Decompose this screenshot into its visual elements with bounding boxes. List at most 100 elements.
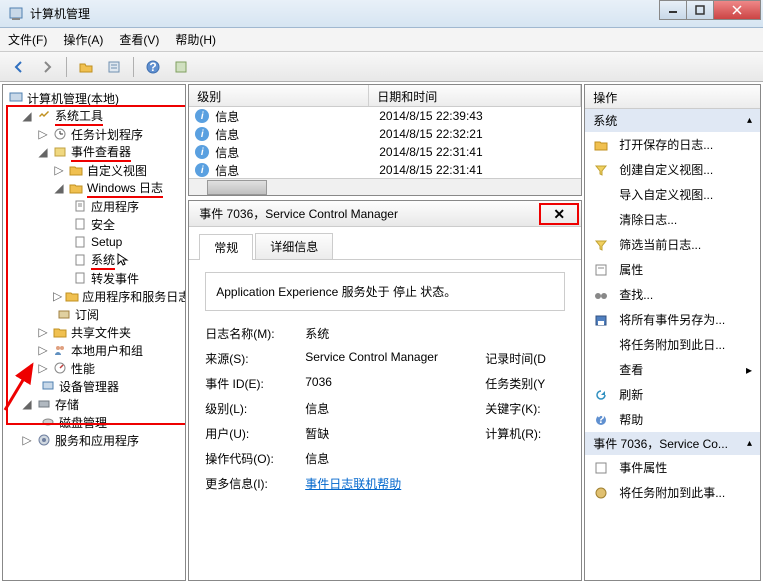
label-logname: 日志名称(M): <box>205 325 305 342</box>
tree-subscriptions[interactable]: 订阅 <box>3 305 185 323</box>
list-row[interactable]: i信息2014/8/15 22:32:21 <box>189 125 581 143</box>
computer-icon <box>8 91 24 105</box>
tree-performance[interactable]: ▷性能 <box>3 359 185 377</box>
collapse-icon[interactable]: ◢ <box>37 145 49 159</box>
tree-security-log[interactable]: 安全 <box>3 215 185 233</box>
action-group-system[interactable]: 系统▴ <box>585 109 760 132</box>
forward-button[interactable] <box>36 56 58 78</box>
value-opcode: 信息 <box>305 450 485 467</box>
expand-icon[interactable]: ▷ <box>21 433 33 447</box>
info-icon: i <box>195 109 209 123</box>
tree-event-viewer[interactable]: ◢事件查看器 <box>3 143 185 161</box>
menu-action[interactable]: 操作(A) <box>63 31 103 48</box>
save-icon <box>593 312 609 328</box>
properties-button[interactable] <box>103 56 125 78</box>
tree-services-apps[interactable]: ▷服务和应用程序 <box>3 431 185 449</box>
device-icon <box>40 379 56 393</box>
list-header: 级别 日期和时间 <box>189 85 581 107</box>
menu-file[interactable]: 文件(F) <box>8 31 47 48</box>
tree-shared-folders[interactable]: ▷共享文件夹 <box>3 323 185 341</box>
action-event-props[interactable]: 事件属性 <box>585 455 760 480</box>
more-info-link[interactable]: 事件日志联机帮助 <box>305 475 485 492</box>
tree-disk-mgmt[interactable]: 磁盘管理 <box>3 413 185 431</box>
back-button[interactable] <box>8 56 30 78</box>
expand-icon[interactable]: ▷ <box>37 325 49 339</box>
log-icon <box>72 199 88 213</box>
tree-windows-logs[interactable]: ◢Windows 日志 <box>3 179 185 197</box>
menu-help[interactable]: 帮助(H) <box>175 31 216 48</box>
collapse-icon[interactable]: ◢ <box>53 181 65 195</box>
collapse-icon[interactable]: ◢ <box>21 397 33 411</box>
cell-date: 2014/8/15 22:32:21 <box>379 127 482 141</box>
expand-icon[interactable]: ▷ <box>37 343 49 357</box>
value-source: Service Control Manager <box>305 350 485 367</box>
action-attach-task[interactable]: 将任务附加到此日... <box>585 332 760 357</box>
expand-icon[interactable]: ▷ <box>53 163 65 177</box>
tree-forwarded-log[interactable]: 转发事件 <box>3 269 185 287</box>
tree-application-log[interactable]: 应用程序 <box>3 197 185 215</box>
tree-panel[interactable]: 计算机管理(本地) ◢系统工具 ▷任务计划程序 ◢事件查看器 ▷自定义视图 ◢W… <box>2 84 186 581</box>
folder-button[interactable] <box>75 56 97 78</box>
expand-icon[interactable]: ▷ <box>37 361 49 375</box>
action-label: 将所有事件另存为... <box>619 311 725 328</box>
clock-icon <box>52 127 68 141</box>
action-save-all[interactable]: 将所有事件另存为... <box>585 307 760 332</box>
action-open-saved[interactable]: 打开保存的日志... <box>585 132 760 157</box>
tree-system-tools[interactable]: ◢系统工具 <box>3 107 185 125</box>
actions-header: 操作 <box>585 85 760 109</box>
tree-device-manager[interactable]: 设备管理器 <box>3 377 185 395</box>
action-view[interactable]: 查看▸ <box>585 357 760 382</box>
tree-local-users[interactable]: ▷ 本地用户和组 <box>3 341 185 359</box>
tab-general[interactable]: 常规 <box>199 234 253 260</box>
toolbar: ? <box>0 52 763 82</box>
action-refresh[interactable]: 刷新 <box>585 382 760 407</box>
action-attach-event[interactable]: 将任务附加到此事... <box>585 480 760 505</box>
action-import-custom[interactable]: 导入自定义视图... <box>585 182 760 207</box>
expand-icon[interactable]: ▷ <box>37 127 49 141</box>
scrollbar-thumb[interactable] <box>207 180 267 195</box>
list-row[interactable]: i信息2014/8/15 22:31:41 <box>189 161 581 178</box>
menu-view[interactable]: 查看(V) <box>119 31 159 48</box>
cell-level: 信息 <box>215 108 379 125</box>
tree-task-scheduler[interactable]: ▷任务计划程序 <box>3 125 185 143</box>
action-label: 筛选当前日志... <box>619 236 701 253</box>
action-group-event[interactable]: 事件 7036，Service Co...▴ <box>585 432 760 455</box>
maximize-button[interactable] <box>686 0 714 20</box>
list-row[interactable]: i 信息2014/8/15 22:39:43 <box>189 107 581 125</box>
event-list: 级别 日期和时间 i 信息2014/8/15 22:39:43 i信息2014/8… <box>188 84 582 196</box>
tree-apps-services-logs[interactable]: ▷应用程序和服务日志 <box>3 287 185 305</box>
tree-label: 安全 <box>91 216 115 233</box>
folder-icon <box>68 163 84 177</box>
tree-label: 本地用户和组 <box>71 342 143 359</box>
tree-setup-log[interactable]: Setup <box>3 233 185 251</box>
help-button[interactable]: ? <box>142 56 164 78</box>
actions-panel: 操作 系统▴ 打开保存的日志... 创建自定义视图... 导入自定义视图... … <box>584 84 761 581</box>
action-create-custom[interactable]: 创建自定义视图... <box>585 157 760 182</box>
tree-root-node[interactable]: 计算机管理(本地) <box>3 89 185 107</box>
expand-icon[interactable]: ▷ <box>53 289 62 303</box>
col-date[interactable]: 日期和时间 <box>369 85 581 106</box>
log-icon <box>72 235 88 249</box>
tree-label: 转发事件 <box>91 270 139 287</box>
action-filter[interactable]: 筛选当前日志... <box>585 232 760 257</box>
tree-system-log[interactable]: 系统 <box>3 251 185 269</box>
tree-storage[interactable]: ◢存储 <box>3 395 185 413</box>
properties-icon <box>593 262 609 278</box>
list-body[interactable]: i 信息2014/8/15 22:39:43 i信息2014/8/15 22:32… <box>189 107 581 178</box>
tab-details[interactable]: 详细信息 <box>255 233 333 259</box>
minimize-button[interactable] <box>659 0 687 20</box>
close-detail-button[interactable]: ✕ <box>553 206 565 223</box>
collapse-icon[interactable]: ◢ <box>21 109 33 123</box>
refresh-button[interactable] <box>170 56 192 78</box>
close-button[interactable] <box>713 0 761 20</box>
action-properties[interactable]: 属性 <box>585 257 760 282</box>
action-help[interactable]: ?帮助 <box>585 407 760 432</box>
detail-header: 事件 7036，Service Control Manager ✕ <box>189 201 581 227</box>
list-row[interactable]: i信息2014/8/15 22:31:41 <box>189 143 581 161</box>
cell-date: 2014/8/15 22:39:43 <box>379 109 482 123</box>
action-clear-log[interactable]: 清除日志... <box>585 207 760 232</box>
tree-custom-views[interactable]: ▷自定义视图 <box>3 161 185 179</box>
action-find[interactable]: 查找... <box>585 282 760 307</box>
col-level[interactable]: 级别 <box>189 85 369 106</box>
horizontal-scrollbar[interactable] <box>189 178 581 195</box>
